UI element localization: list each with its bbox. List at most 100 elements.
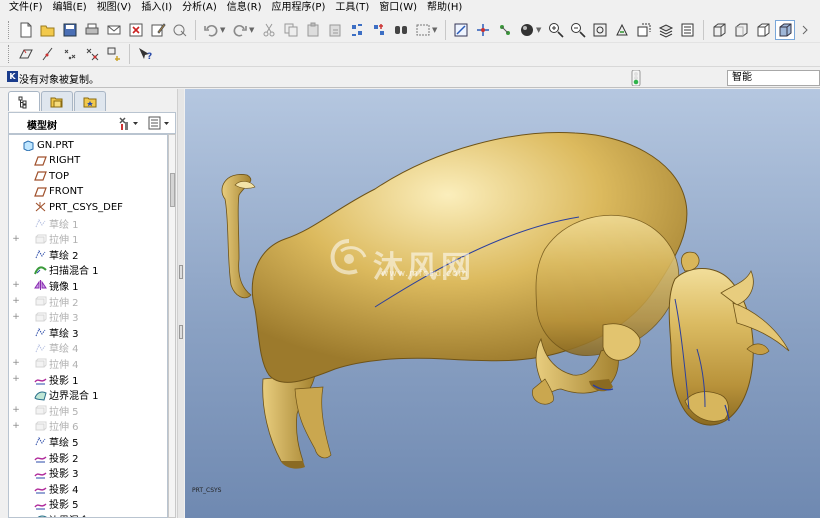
refit-icon[interactable] — [590, 20, 610, 40]
save-icon[interactable] — [60, 20, 80, 40]
tree-item[interactable]: TOP — [9, 168, 167, 184]
select-dropdown-icon[interactable]: ▼ — [432, 26, 439, 34]
tree-item[interactable]: 投影 4 — [9, 480, 167, 496]
menu-item[interactable]: 分析(A) — [177, 0, 222, 16]
undo-icon[interactable] — [201, 20, 221, 40]
menu-item[interactable]: 帮助(H) — [422, 0, 467, 16]
wireframe-icon[interactable] — [709, 20, 729, 40]
tab-model-tree[interactable] — [8, 91, 40, 111]
tree-item[interactable]: 投影 5 — [9, 496, 167, 512]
tree-item[interactable]: 边界混合 1 — [9, 387, 167, 403]
saved-views-icon[interactable] — [634, 20, 654, 40]
regen-manager-icon[interactable] — [369, 20, 389, 40]
shading-icon[interactable] — [775, 19, 795, 40]
open-folder-icon[interactable] — [38, 20, 58, 40]
paste-icon[interactable] — [303, 20, 323, 40]
menu-item[interactable]: 应用程序(P) — [267, 0, 331, 16]
expand-toggle[interactable]: + — [11, 358, 21, 368]
selection-filter-select[interactable]: 智能 — [727, 70, 820, 86]
redo-icon[interactable] — [230, 20, 250, 40]
expand-toggle[interactable]: + — [11, 374, 21, 384]
paste-special-icon[interactable] — [325, 20, 345, 40]
tree-item[interactable]: + 拉伸 2 — [9, 293, 167, 309]
view-manager-icon[interactable] — [678, 20, 698, 40]
tree-item[interactable]: 草绘 5 — [9, 433, 167, 449]
regenerate-icon[interactable] — [170, 20, 190, 40]
new-file-icon[interactable] — [16, 20, 36, 40]
tree-item[interactable]: + 拉伸 6 — [9, 418, 167, 434]
context-help-icon[interactable]: ? — [135, 44, 155, 64]
tab-folder-browser[interactable] — [41, 91, 73, 111]
tree-item[interactable]: + 拉伸 4 — [9, 355, 167, 371]
undo-dropdown-icon[interactable]: ▼ — [220, 26, 227, 34]
tree-scrollbar[interactable] — [168, 134, 176, 518]
appearance-dropdown-icon[interactable]: ▼ — [536, 26, 543, 34]
axis-display-icon[interactable] — [473, 20, 493, 40]
tree-item[interactable]: PRT_CSYS_DEF — [9, 199, 167, 215]
cut-icon[interactable] — [259, 20, 279, 40]
expand-toggle[interactable]: + — [11, 312, 21, 322]
tree-item[interactable]: + 投影 1 — [9, 371, 167, 387]
print-icon[interactable] — [82, 20, 102, 40]
menu-item[interactable]: 文件(F) — [4, 0, 48, 16]
expand-toggle[interactable]: + — [11, 280, 21, 290]
expand-toggle[interactable]: + — [11, 405, 21, 415]
send-mail-icon[interactable] — [104, 20, 124, 40]
edit-sketch-icon[interactable] — [148, 20, 168, 40]
tree-show-button[interactable] — [147, 115, 171, 131]
redo-dropdown-icon[interactable]: ▼ — [249, 26, 256, 34]
tree-item[interactable]: 草绘 4 — [9, 340, 167, 356]
tree-item[interactable]: 草绘 2 — [9, 246, 167, 262]
tree-item[interactable]: + 拉伸 5 — [9, 402, 167, 418]
graphics-viewport[interactable]: 沐风网 www.mfcad.com PRT_CSYS — [185, 89, 820, 518]
tab-favorites[interactable] — [74, 91, 106, 111]
bull-model-graphic[interactable] — [185, 89, 820, 518]
close-window-icon[interactable] — [126, 20, 146, 40]
tree-item[interactable]: 草绘 3 — [9, 324, 167, 340]
tree-item[interactable]: + 拉伸 1 — [9, 231, 167, 247]
datum-csys-tool-icon[interactable] — [82, 44, 102, 64]
tree-settings-button[interactable] — [117, 115, 139, 131]
menu-item[interactable]: 工具(T) — [330, 0, 374, 16]
splitter-handle-top[interactable] — [179, 265, 183, 279]
datum-point-tool-icon[interactable] — [60, 44, 80, 64]
menu-item[interactable]: 信息(R) — [222, 0, 267, 16]
expand-toggle[interactable]: + — [11, 234, 21, 244]
layers-icon[interactable] — [656, 20, 676, 40]
toolbar-grip[interactable] — [8, 45, 11, 63]
splitter-handle-bottom[interactable] — [179, 325, 183, 339]
menu-item[interactable]: 窗口(W) — [374, 0, 422, 16]
regenerate-model-icon[interactable] — [347, 20, 367, 40]
tree-item[interactable]: 边界混合 2 — [9, 511, 167, 517]
find-icon[interactable] — [391, 20, 411, 40]
tree-item[interactable]: 投影 3 — [9, 465, 167, 481]
expand-toggle[interactable]: + — [11, 296, 21, 306]
tree-item[interactable]: RIGHT — [9, 153, 167, 169]
menu-item[interactable]: 编辑(E) — [48, 0, 92, 16]
panel-splitter[interactable] — [177, 89, 184, 518]
select-box-icon[interactable] — [413, 20, 433, 40]
datum-axis-tool-icon[interactable] — [38, 44, 58, 64]
tree-item[interactable]: GN.PRT — [9, 137, 167, 153]
toolbar-grip[interactable] — [8, 20, 11, 39]
datum-curve-tool-icon[interactable] — [104, 44, 124, 64]
tree-item[interactable]: 扫描混合 1 — [9, 262, 167, 278]
copy-icon[interactable] — [281, 20, 301, 40]
hidden-line-icon[interactable] — [731, 20, 751, 40]
tree-scrollbar-thumb[interactable] — [170, 173, 175, 207]
tree-item[interactable]: 投影 2 — [9, 449, 167, 465]
more-toolbar-icon[interactable] — [797, 20, 817, 40]
regeneration-status-icon[interactable] — [631, 69, 641, 87]
zoom-in-icon[interactable] — [546, 20, 566, 40]
tree-item[interactable]: + 镜像 1 — [9, 277, 167, 293]
datum-display-icon[interactable] — [451, 20, 471, 40]
tree-item[interactable]: + 拉伸 3 — [9, 309, 167, 325]
appearance-sphere-icon[interactable] — [517, 20, 537, 40]
datum-plane-tool-icon[interactable] — [16, 44, 36, 64]
reorient-icon[interactable] — [612, 20, 632, 40]
tree-item[interactable]: FRONT — [9, 184, 167, 200]
zoom-out-icon[interactable] — [568, 20, 588, 40]
menu-item[interactable]: 视图(V) — [92, 0, 137, 16]
expand-toggle[interactable]: + — [11, 421, 21, 431]
menu-item[interactable]: 插入(I) — [136, 0, 177, 16]
